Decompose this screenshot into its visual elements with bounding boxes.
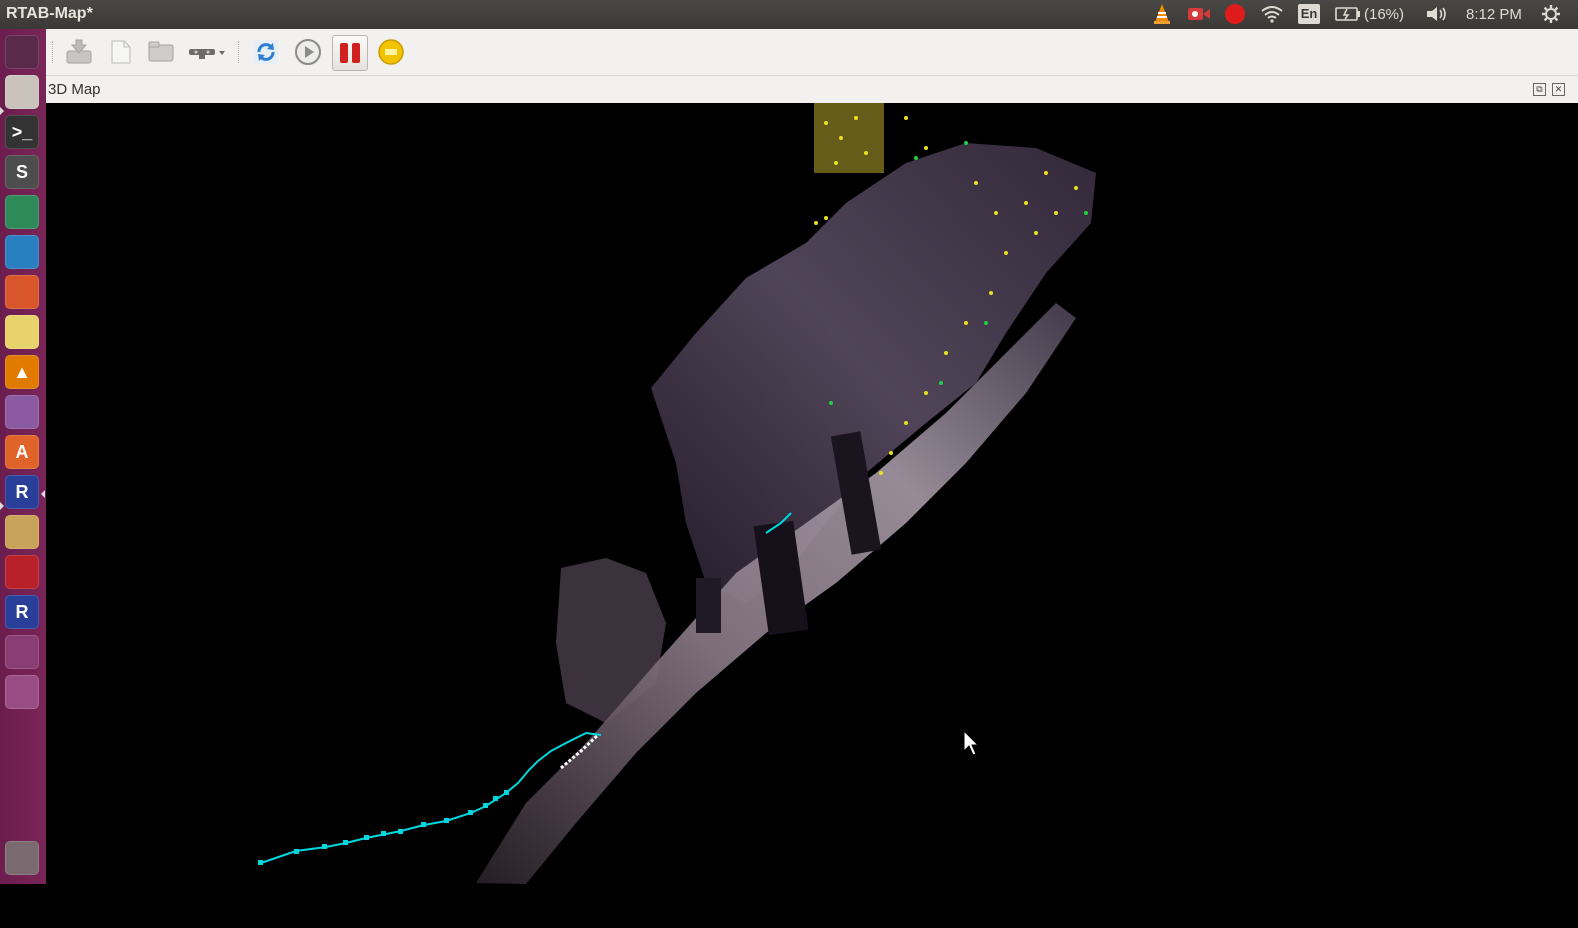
rtabmap-second-icon-glyph: R [15, 601, 29, 622]
screen-recorder-launcher-icon[interactable] [5, 555, 39, 589]
vlc-launcher-icon-glyph: ▲ [13, 361, 31, 382]
camera-source-icon [189, 49, 225, 59]
open-database-button[interactable] [144, 35, 178, 69]
usb-drive-icon[interactable] [5, 675, 39, 709]
dock-float-button[interactable]: ⧉ [1533, 83, 1546, 96]
terminal-icon[interactable]: >_ [5, 115, 39, 149]
save-button[interactable] [62, 35, 96, 69]
sticky-notes-icon[interactable] [5, 315, 39, 349]
toolbar-handle[interactable] [52, 41, 55, 63]
rtabmap-second-icon[interactable]: R [5, 595, 39, 629]
toolbar-separator [238, 41, 241, 63]
folder-icon [148, 41, 174, 62]
keyboard-layout-indicator[interactable]: En [1298, 4, 1320, 24]
running-indicator [0, 502, 4, 510]
top-panel: RTAB-Map* En (16%) 8:12 PM [0, 0, 1578, 29]
source-selector-button[interactable] [186, 35, 230, 69]
bottom-strip [0, 884, 1578, 928]
feature-cluster [814, 103, 884, 173]
scanner-icon[interactable] [5, 515, 39, 549]
dash-home-icon[interactable] [5, 35, 39, 69]
dock-header: 3D Map ⧉ ✕ [46, 76, 1578, 103]
unity-launcher: >_ S ▲ A R R [0, 29, 47, 884]
rtabmap-launcher-icon-glyph: R [15, 481, 29, 502]
vlc-launcher-icon[interactable]: ▲ [5, 355, 39, 389]
window-title: RTAB-Map* [6, 5, 93, 22]
volume-icon[interactable] [1424, 3, 1450, 25]
libreoffice-writer-icon[interactable] [5, 235, 39, 269]
vlc-icon[interactable] [1150, 3, 1174, 25]
play-icon [295, 39, 321, 65]
battery-icon[interactable] [1334, 3, 1362, 25]
workspace-switcher-icon[interactable] [5, 635, 39, 669]
software-center-icon-glyph: A [15, 441, 29, 462]
3d-map-viewport[interactable] [46, 103, 1578, 884]
save-icon [66, 39, 92, 64]
trash-icon[interactable] [5, 841, 39, 875]
screen-recorder-icon[interactable] [1186, 3, 1212, 25]
pause-button[interactable] [332, 35, 368, 71]
stop-button[interactable] [374, 35, 408, 69]
stop-icon [378, 39, 404, 65]
dock-close-button[interactable]: ✕ [1552, 83, 1565, 96]
battery-percentage: (16%) [1364, 6, 1405, 23]
refresh-icon [254, 40, 278, 64]
new-database-button[interactable] [104, 35, 138, 69]
running-indicator [0, 107, 4, 115]
libreoffice-impress-icon[interactable] [5, 275, 39, 309]
pause-icon [340, 43, 360, 63]
terminal-icon-glyph: >_ [11, 121, 33, 142]
refresh-button[interactable] [249, 35, 283, 69]
files-icon[interactable] [5, 75, 39, 109]
doorway [696, 578, 721, 633]
chrome-icon[interactable] [5, 195, 39, 229]
system-settings-icon[interactable] [1540, 3, 1562, 25]
wifi-icon[interactable] [1259, 3, 1285, 25]
dock-title: 3D Map [48, 81, 101, 98]
software-center-icon[interactable]: A [5, 435, 39, 469]
new-file-icon [111, 40, 131, 64]
rtabmap-launcher-icon[interactable]: R [5, 475, 39, 509]
point-cloud-render [258, 103, 1096, 884]
main-toolbar [46, 29, 1578, 76]
clock[interactable]: 8:12 PM [1466, 6, 1522, 23]
trajectory-nodes [258, 790, 509, 865]
focused-indicator [41, 490, 45, 498]
mouse-cursor [963, 729, 980, 756]
sublime-text-icon-glyph: S [15, 161, 28, 182]
record-indicator-icon[interactable] [1223, 3, 1247, 25]
play-button[interactable] [291, 35, 325, 69]
window-app-icon[interactable] [5, 395, 39, 429]
sublime-text-icon[interactable]: S [5, 155, 39, 189]
